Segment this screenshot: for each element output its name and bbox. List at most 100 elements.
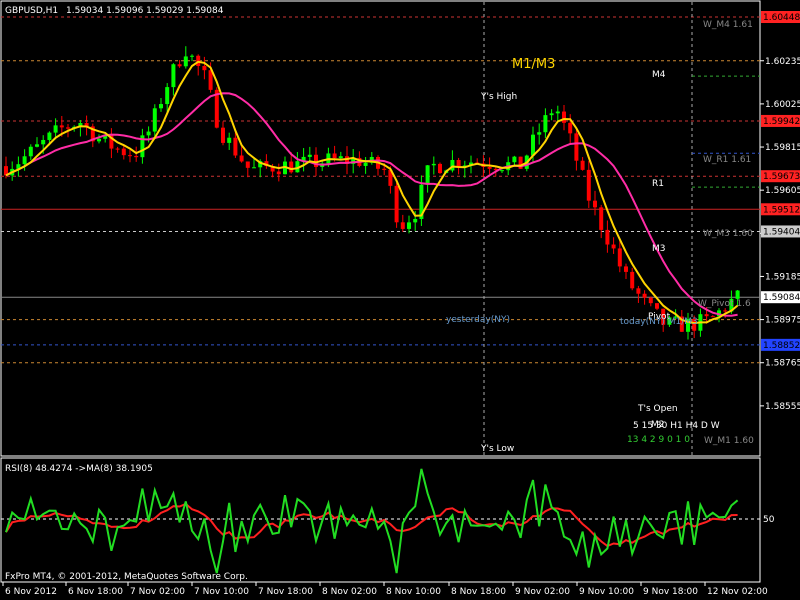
candle-body xyxy=(159,104,163,109)
price-tick-label: 1.59605 xyxy=(765,186,800,196)
price-tag-label: 1.58852 xyxy=(763,341,800,351)
candle-body xyxy=(177,64,182,67)
candle-body xyxy=(338,156,343,159)
candle-body xyxy=(307,154,312,157)
candle-body xyxy=(543,115,548,133)
time-tick-label: 6 Nov 18:00 xyxy=(68,587,123,597)
time-tick-label: 7 Nov 18:00 xyxy=(258,587,313,597)
candle-body xyxy=(400,222,405,229)
candle-body xyxy=(624,266,628,272)
candle-body xyxy=(605,229,610,245)
candle-body xyxy=(165,87,170,105)
candle-body xyxy=(202,66,207,71)
candle-body xyxy=(642,293,647,298)
candle-body xyxy=(710,316,715,318)
candle-body xyxy=(276,171,281,175)
time-tick-label: 8 Nov 10:00 xyxy=(386,587,441,597)
candle-body xyxy=(97,138,101,142)
candle-body xyxy=(35,144,39,147)
m1m3-label: M1/M3 xyxy=(512,57,555,72)
candle-body xyxy=(562,111,566,123)
time-tick-label: 7 Nov 10:00 xyxy=(194,587,249,597)
r1-label: R1 xyxy=(652,179,664,189)
ys-low-label: Y's Low xyxy=(480,444,514,454)
w-pivot-label: W_Pivot 1.6 xyxy=(698,299,751,309)
candle-body xyxy=(586,169,591,201)
candle-body xyxy=(568,122,573,134)
candle-body xyxy=(617,248,622,267)
price-tag-label: 1.60448 xyxy=(763,13,800,23)
candle-body xyxy=(630,271,635,289)
m3-label: M3 xyxy=(652,244,666,254)
price-tag-label: 1.59404 xyxy=(763,227,800,237)
w-m3-label: W_M3 1.60 xyxy=(703,229,753,239)
chart-svg: GBPUSD,H1 1.59034 1.59096 1.59029 1.5908… xyxy=(0,0,800,600)
candle-body xyxy=(574,133,579,161)
candle-body xyxy=(549,113,554,116)
candle-body xyxy=(593,200,597,208)
candle-body xyxy=(221,127,225,143)
today-label: today(NY) M1/M3 xyxy=(620,317,698,327)
price-tick-label: 1.58555 xyxy=(765,402,800,412)
w-m1-label: W_M1 1.60 xyxy=(704,436,754,446)
yesterday-label: yesterday(NY) xyxy=(446,315,510,325)
rsi-label: RSI(8) 48.4274 ->MA(8) 38.1905 xyxy=(5,464,153,474)
candle-body xyxy=(245,161,250,168)
price-tag-label: 1.59084 xyxy=(763,293,800,303)
candle-body xyxy=(134,155,139,158)
candle-body xyxy=(59,125,64,128)
candle-body xyxy=(655,303,659,309)
candle-body xyxy=(735,290,740,299)
candle-body xyxy=(500,170,504,172)
price-tag-label: 1.59512 xyxy=(763,205,800,215)
candle-body xyxy=(121,148,126,156)
candle-body xyxy=(22,156,27,165)
background xyxy=(0,0,800,600)
candle-body xyxy=(537,132,542,135)
copyright: FxPro MT4, © 2001-2012, MetaQuotes Softw… xyxy=(5,572,248,582)
chart-ohlc: 1.59034 1.59096 1.59029 1.59084 xyxy=(66,6,224,16)
candle-body xyxy=(648,297,653,304)
candle-body xyxy=(28,146,33,157)
candle-body xyxy=(146,131,151,136)
candle-body xyxy=(66,127,70,129)
candle-body xyxy=(413,218,418,223)
candle-body xyxy=(580,160,585,170)
candle-body xyxy=(704,314,709,317)
price-tag-label: 1.59673 xyxy=(763,172,800,182)
candle-body xyxy=(407,222,411,229)
m2-label: M2 xyxy=(651,420,665,430)
candle-body xyxy=(289,161,294,173)
candle-body xyxy=(555,111,560,114)
price-tick-label: 1.59815 xyxy=(765,143,800,153)
ys-high-label: Y's High xyxy=(480,92,517,102)
candle-body xyxy=(47,132,52,140)
time-tick-label: 9 Nov 10:00 xyxy=(579,587,634,597)
time-tick-label: 7 Nov 02:00 xyxy=(130,587,185,597)
candle-body xyxy=(363,162,368,166)
candle-body xyxy=(239,155,244,162)
time-tick-label: 8 Nov 18:00 xyxy=(451,587,506,597)
candle-body xyxy=(599,207,604,230)
price-tick-label: 1.60025 xyxy=(765,100,800,110)
candle-body xyxy=(128,155,132,157)
candle-body xyxy=(611,244,616,249)
time-tick-label: 9 Nov 18:00 xyxy=(643,587,698,597)
rsi-50-tick: 50 xyxy=(763,515,775,525)
price-tag-label: 1.59942 xyxy=(763,117,800,127)
candle-body xyxy=(382,168,387,170)
w-m4-label: W_M4 1.61 xyxy=(703,20,753,30)
candle-body xyxy=(41,139,46,145)
candle-body xyxy=(190,55,194,57)
candle-body xyxy=(233,137,238,156)
candle-body xyxy=(152,108,157,132)
candle-body xyxy=(531,134,535,156)
candle-body xyxy=(252,167,256,169)
m4-label: M4 xyxy=(652,70,666,80)
time-tick-label: 6 Nov 2012 xyxy=(5,587,57,597)
w-r1-label: W_R1 1.61 xyxy=(703,155,751,165)
price-tick-label: 1.58765 xyxy=(765,359,800,369)
ts-open-label: T's Open xyxy=(637,404,678,414)
candle-body xyxy=(183,56,188,67)
time-tick-label: 8 Nov 02:00 xyxy=(322,587,377,597)
